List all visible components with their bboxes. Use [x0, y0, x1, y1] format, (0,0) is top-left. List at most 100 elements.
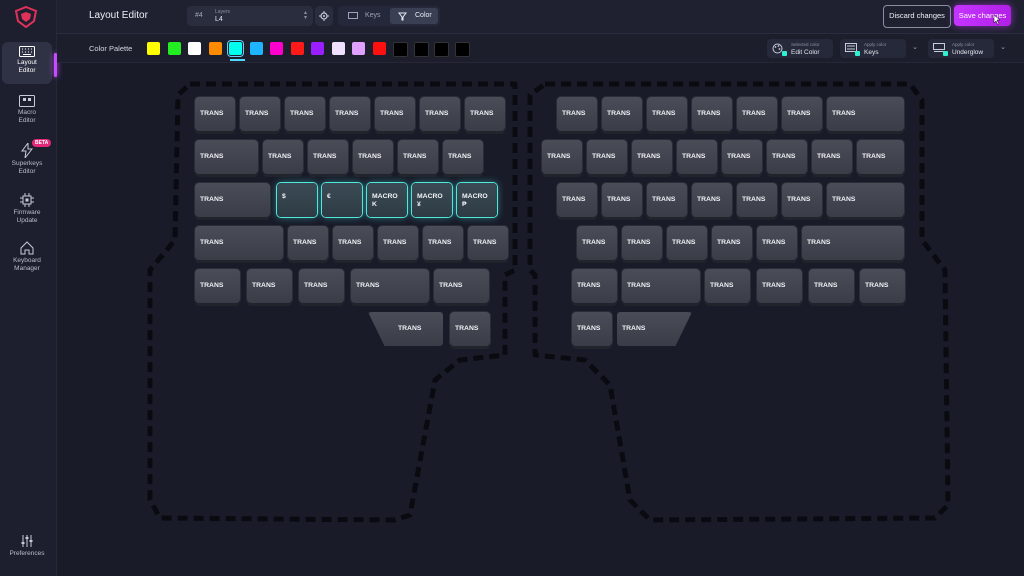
left-key[interactable]: TRANS	[465, 97, 505, 131]
right-key[interactable]: TRANS	[757, 269, 802, 303]
color-swatch[interactable]	[454, 42, 470, 57]
left-key[interactable]: TRANS	[333, 226, 373, 260]
left-key[interactable]: TRANS	[247, 269, 292, 303]
left-key[interactable]: MACRO ₱	[457, 183, 497, 217]
right-key[interactable]: TRANS	[705, 269, 750, 303]
left-key[interactable]: TRANS	[368, 312, 443, 346]
color-swatch[interactable]	[372, 42, 386, 55]
left-key[interactable]: TRANS	[299, 269, 344, 303]
sidebar-item-keyboard-manager[interactable]: Keyboard Manager	[2, 237, 52, 279]
right-key[interactable]: TRANS	[622, 269, 700, 303]
right-key[interactable]: TRANS	[692, 97, 732, 131]
right-key[interactable]: TRANS	[617, 312, 692, 346]
color-swatch[interactable]	[290, 42, 304, 55]
right-key[interactable]: TRANS	[809, 269, 854, 303]
right-key[interactable]: TRANS	[632, 140, 672, 174]
sidebar-item-preferences[interactable]: Preferences	[2, 530, 52, 572]
left-key[interactable]: TRANS	[195, 140, 258, 174]
right-key[interactable]: TRANS	[827, 97, 904, 131]
color-swatch[interactable]	[434, 42, 449, 57]
right-key[interactable]: TRANS	[557, 183, 597, 217]
color-swatch[interactable]	[311, 42, 324, 55]
left-key[interactable]: TRANS	[351, 269, 429, 303]
right-key[interactable]: TRANS	[622, 226, 662, 260]
right-key[interactable]: TRANS	[557, 97, 597, 131]
left-key[interactable]: TRANS	[308, 140, 348, 174]
left-key[interactable]: TRANS	[450, 312, 490, 346]
chevron-down-icon[interactable]: ⌄	[996, 43, 1010, 54]
left-key[interactable]: TRANS	[353, 140, 393, 174]
left-key[interactable]: MACRO ¥	[412, 183, 452, 217]
right-key[interactable]: TRANS	[647, 97, 687, 131]
left-key[interactable]: TRANS	[398, 140, 438, 174]
right-key[interactable]: TRANS	[692, 183, 732, 217]
left-key[interactable]: TRANS	[468, 226, 508, 260]
right-key[interactable]: TRANS	[542, 140, 582, 174]
right-key[interactable]: TRANS	[827, 183, 904, 217]
right-key[interactable]: TRANS	[667, 226, 707, 260]
left-key[interactable]: TRANS	[240, 97, 280, 131]
sidebar-item-layout-editor[interactable]: Layout Editor	[2, 42, 52, 84]
left-key[interactable]: €	[322, 183, 362, 217]
right-key[interactable]: TRANS	[782, 97, 822, 131]
right-key[interactable]: TRANS	[587, 140, 627, 174]
color-swatch[interactable]	[249, 42, 263, 55]
sidebar-item-macro-editor[interactable]: Macro Editor	[2, 91, 52, 133]
right-key[interactable]: TRANS	[767, 140, 807, 174]
right-key[interactable]: TRANS	[677, 140, 717, 174]
edit-color-button[interactable]: Selected color Edit Color	[767, 39, 833, 58]
left-key[interactable]: TRANS	[195, 183, 270, 217]
left-key[interactable]: TRANS	[195, 97, 235, 131]
left-key[interactable]: TRANS	[434, 269, 489, 303]
right-key[interactable]: TRANS	[737, 183, 777, 217]
left-key[interactable]: TRANS	[195, 226, 283, 260]
apply-color-underglow-button[interactable]: Apply color Underglow ⌄	[928, 39, 1006, 58]
left-key[interactable]: TRANS	[288, 226, 328, 260]
left-key[interactable]: MACRO K	[367, 183, 407, 217]
right-key[interactable]: TRANS	[757, 226, 797, 260]
left-key[interactable]: TRANS	[285, 97, 325, 131]
color-swatch[interactable]	[331, 42, 345, 55]
color-swatch[interactable]	[167, 42, 181, 55]
right-key[interactable]: TRANS	[722, 140, 762, 174]
right-key[interactable]: TRANS	[647, 183, 687, 217]
color-swatch[interactable]	[270, 42, 283, 55]
color-swatch[interactable]	[227, 40, 244, 57]
right-key[interactable]: TRANS	[812, 140, 852, 174]
discard-changes-button[interactable]: Discard changes	[883, 5, 951, 28]
color-swatch[interactable]	[147, 42, 160, 55]
layer-selector[interactable]: #4 Layers L4 ▴ ▾	[187, 6, 313, 26]
right-key[interactable]: TRANS	[782, 183, 822, 217]
right-key[interactable]: TRANS	[572, 269, 617, 303]
left-key[interactable]: $	[277, 183, 317, 217]
mode-keys-button[interactable]: Keys	[340, 8, 388, 24]
left-key[interactable]: TRANS	[263, 140, 303, 174]
left-key[interactable]: TRANS	[375, 97, 415, 131]
right-key[interactable]: TRANS	[737, 97, 777, 131]
left-key[interactable]: TRANS	[420, 97, 460, 131]
sidebar-item-firmware-update[interactable]: Firmware Update	[2, 189, 52, 231]
left-key[interactable]: TRANS	[443, 140, 483, 174]
save-changes-button[interactable]: Save changes	[954, 5, 1011, 26]
color-swatch[interactable]	[352, 42, 365, 55]
right-key[interactable]: TRANS	[712, 226, 752, 260]
mode-color-button[interactable]: Color	[390, 8, 438, 24]
layer-settings-button[interactable]	[315, 6, 333, 26]
chevron-down-icon[interactable]: ⌄	[908, 43, 922, 54]
right-key[interactable]: TRANS	[602, 97, 642, 131]
color-swatch[interactable]	[393, 42, 408, 57]
color-swatch[interactable]	[413, 42, 429, 57]
sidebar-item-superkeys-editor[interactable]: Superkeys Editor BETA	[2, 139, 52, 181]
apply-color-keys-button[interactable]: Apply color Keys ⌄	[840, 39, 918, 58]
right-key[interactable]: TRANS	[572, 312, 612, 346]
right-key[interactable]: TRANS	[857, 140, 904, 174]
left-key[interactable]: TRANS	[378, 226, 418, 260]
color-swatch[interactable]	[208, 42, 222, 55]
left-key[interactable]: TRANS	[195, 269, 240, 303]
color-swatch[interactable]	[188, 42, 201, 55]
left-key[interactable]: TRANS	[330, 97, 370, 131]
right-key[interactable]: TRANS	[860, 269, 905, 303]
right-key[interactable]: TRANS	[602, 183, 642, 217]
right-key[interactable]: TRANS	[802, 226, 904, 260]
right-key[interactable]: TRANS	[577, 226, 617, 260]
